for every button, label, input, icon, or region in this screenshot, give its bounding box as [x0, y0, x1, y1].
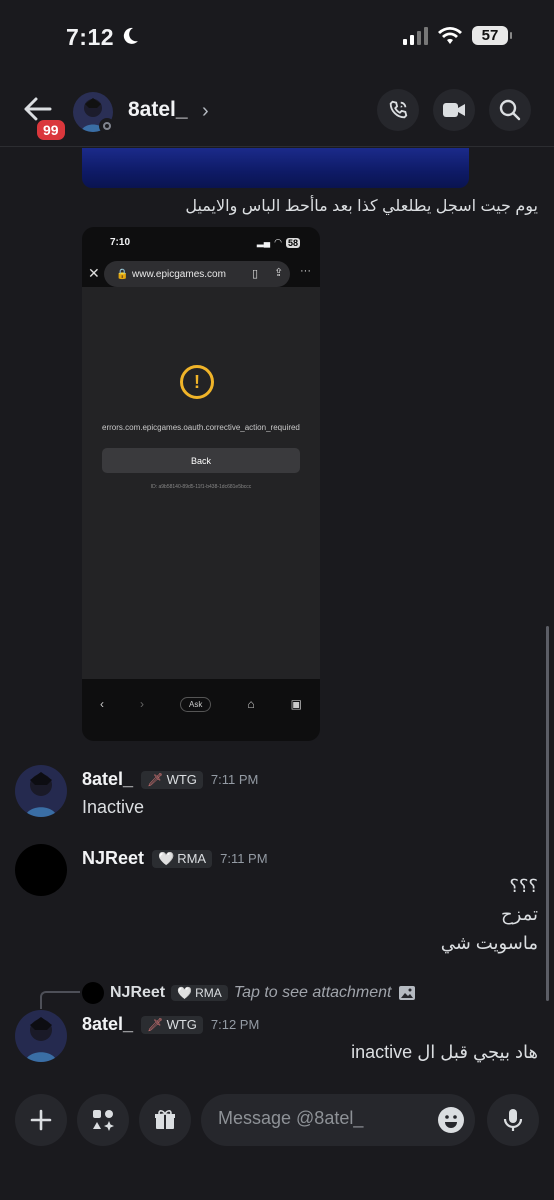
status-indicators: 57: [403, 26, 512, 45]
tabs-icon: ▣: [290, 697, 302, 711]
bookmark-icon: ▯: [252, 268, 259, 280]
message-author[interactable]: 8atel_: [82, 1014, 133, 1035]
video-call-button[interactable]: [433, 89, 475, 131]
more-icon: ···: [300, 265, 311, 277]
role-name: WTG: [166, 1017, 197, 1032]
sword-icon: 🗡: [147, 1016, 164, 1032]
avatar[interactable]: [15, 765, 67, 817]
status-time: 7:12: [66, 24, 115, 50]
reply-author: NJReet: [110, 984, 166, 1001]
screenshot-page: ! errors.com.epicgames.oauth.corrective_…: [82, 287, 320, 679]
scrollbar[interactable]: [546, 626, 549, 1001]
message-text: ؟؟؟: [509, 876, 538, 896]
voice-message-button[interactable]: [487, 1094, 539, 1146]
role-tag[interactable]: 🗡 WTG: [141, 1015, 203, 1034]
screenshot-battery: 58: [285, 237, 300, 248]
add-attachment-button[interactable]: [15, 1094, 67, 1146]
share-icon: ⇪: [274, 267, 284, 279]
microphone-icon: [503, 1109, 523, 1131]
sword-icon: 🗡: [147, 771, 164, 787]
gift-button[interactable]: [139, 1094, 191, 1146]
message-header: 8atel_ 🗡 WTG 7:11 PM: [82, 769, 258, 790]
message-text: Inactive: [82, 797, 145, 817]
message-timestamp: 7:11 PM: [210, 772, 259, 787]
plus-icon: [30, 1109, 52, 1131]
unread-badge: 99: [34, 117, 68, 143]
screenshot-error-id: ID: a9b58140-89d5-11f1-b438-1dc681e5bccc: [150, 484, 252, 490]
role-name: WTG: [166, 772, 197, 787]
apps-button[interactable]: [77, 1094, 129, 1146]
message-text: ماسويت شي: [440, 933, 538, 953]
search-button[interactable]: [489, 89, 531, 131]
chevron-right-icon: ›: [140, 697, 144, 711]
avatar[interactable]: [15, 844, 67, 896]
message-header: 8atel_ 🗡 WTG 7:12 PM: [82, 1014, 259, 1035]
video-camera-icon: [443, 103, 465, 117]
screenshot-url-text: www.epicgames.com: [132, 268, 226, 280]
search-icon: [499, 99, 521, 121]
role-tag[interactable]: 🗡 WTG: [141, 770, 203, 789]
header-username[interactable]: 8atel_: [128, 98, 188, 122]
phone-icon: [389, 100, 408, 119]
heart-icon: 🤍: [158, 850, 175, 866]
home-icon: ⌂: [247, 697, 255, 711]
screenshot-url: 🔒 www.epicgames.com: [104, 261, 290, 287]
voice-call-button[interactable]: [377, 89, 419, 131]
wifi-icon: ◠: [274, 237, 282, 247]
chevron-right-icon[interactable]: ›: [202, 100, 209, 123]
emoji-button[interactable]: [437, 1106, 465, 1139]
message-author[interactable]: NJReet: [82, 848, 144, 869]
screenshot-back-button: Back: [102, 448, 300, 473]
screenshot-browser-toolbar: ‹ › Ask ⌂ ▣: [82, 691, 320, 717]
avatar: [82, 982, 104, 1004]
reply-preview[interactable]: NJReet 🤍 RMA Tap to see attachment: [82, 982, 416, 1004]
message-header: NJReet 🤍 RMA 7:11 PM: [82, 848, 268, 869]
signal-icon: [403, 26, 428, 45]
role-name: RMA: [177, 851, 207, 866]
screenshot-ask: Ask: [180, 696, 212, 712]
role-tag: 🤍 RMA: [171, 985, 228, 1001]
screenshot-error-text: errors.com.epicgames.oauth.corrective_ac…: [102, 423, 300, 432]
message-author[interactable]: 8atel_: [82, 769, 133, 790]
heart-icon: 🤍: [177, 986, 193, 1000]
warning-icon: !: [180, 365, 214, 399]
message-text: تمزح: [501, 904, 538, 924]
role-name: RMA: [195, 986, 222, 1000]
battery-indicator: 57: [472, 26, 512, 45]
reply-text: Tap to see attachment: [233, 984, 392, 1001]
image-icon: [398, 986, 415, 1000]
screenshot-status: ▂▄ ◠ 58: [257, 237, 300, 248]
apps-sparkle-icon: [93, 1110, 114, 1131]
message-input-placeholder: Message @8atel_: [218, 1108, 364, 1128]
emoji-icon: [438, 1107, 464, 1133]
image-attachment-screenshot[interactable]: 7:10 ▂▄ ◠ 58 ✕ 🔒 www.epicgames.com ▯ ⇪ ·…: [82, 227, 320, 741]
close-icon: ✕: [88, 265, 100, 281]
wifi-icon: [438, 26, 462, 44]
message-text: هاد بيجي قبل ال inactive: [351, 1042, 538, 1062]
offline-status-icon: [99, 118, 115, 134]
lock-icon: 🔒: [116, 268, 129, 280]
moon-icon: [120, 26, 140, 51]
avatar[interactable]: [15, 1010, 67, 1062]
signal-icon: ▂▄: [256, 237, 271, 247]
screenshot-time: 7:10: [110, 237, 131, 248]
message-timestamp: 7:11 PM: [220, 851, 268, 866]
reply-connector: [40, 991, 80, 1009]
message-timestamp: 7:12 PM: [210, 1017, 260, 1032]
message-text: يوم جيت اسجل يطلعلي كذا بعد ماأحط الباس …: [185, 198, 538, 215]
role-tag[interactable]: 🤍 RMA: [152, 849, 213, 868]
gift-icon: [155, 1110, 175, 1129]
chevron-left-icon: ‹: [100, 697, 104, 711]
image-attachment-partial[interactable]: [82, 148, 469, 188]
